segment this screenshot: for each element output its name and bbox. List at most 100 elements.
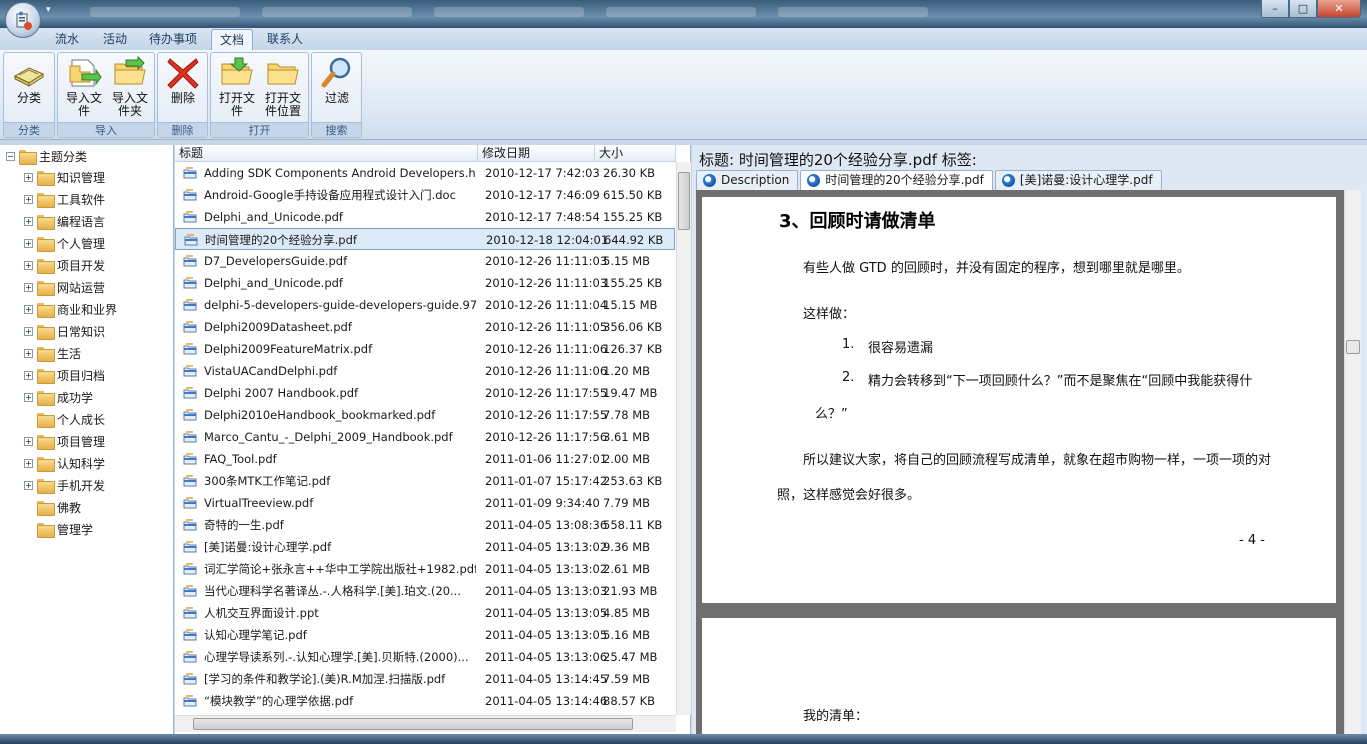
table-row[interactable]: FAQ_Tool.pdf 2011-01-06 11:27:01 2.00 MB — [175, 448, 675, 470]
table-row[interactable]: Delphi_and_Unicode.pdf 2010-12-17 7:48:54… — [175, 206, 675, 228]
preview-pane: 标题: 时间管理的20个经验分享.pdf 标签: Description 时间管… — [692, 145, 1367, 744]
open-file-button[interactable]: 打开文件 — [215, 56, 259, 122]
expand-icon[interactable]: + — [24, 392, 33, 402]
column-header-size[interactable]: 大小 — [595, 145, 676, 162]
table-row[interactable]: delphi-5-developers-guide-developers-gui… — [175, 294, 675, 316]
expand-icon[interactable]: + — [24, 238, 33, 248]
quick-access-dropdown[interactable]: ▾ — [46, 5, 74, 21]
import-folder-button[interactable]: 导入文件夹 — [108, 56, 152, 122]
row-title: 心理学导读系列.-.认知心理学.[美].贝斯特.(2000)... — [204, 650, 469, 664]
document-icon — [183, 519, 197, 531]
table-row[interactable]: 人机交互界面设计.ppt 2011-04-05 13:13:05 4.85 MB — [175, 602, 675, 624]
expand-icon[interactable]: + — [24, 326, 33, 336]
expand-icon[interactable]: + — [24, 194, 33, 204]
expand-icon[interactable]: + — [24, 304, 33, 314]
collapse-icon[interactable]: − — [6, 151, 15, 161]
expand-icon[interactable]: + — [24, 436, 33, 446]
expand-icon[interactable]: + — [24, 348, 33, 358]
preview-vertical-scrollbar[interactable] — [1344, 190, 1361, 744]
tab-activity[interactable]: 活动 — [93, 29, 137, 50]
tree-item[interactable]: + 手机开发 — [24, 475, 105, 495]
import-file-button[interactable]: 导入文件 — [62, 56, 106, 122]
row-title: 时间管理的20个经验分享.pdf — [205, 233, 357, 247]
document-list-vertical-scrollbar[interactable] — [676, 162, 691, 715]
expand-icon[interactable]: + — [24, 480, 33, 490]
preview-tab-design-psychology[interactable]: [美]诺曼:设计心理学.pdf — [994, 170, 1162, 190]
scrollbar-thumb[interactable] — [678, 172, 690, 230]
tree-item[interactable]: + 网站运营 — [24, 277, 105, 297]
table-row[interactable]: 心理学导读系列.-.认知心理学.[美].贝斯特.(2000)... 2011-04… — [175, 646, 675, 668]
scrollbar-thumb[interactable] — [193, 718, 633, 730]
table-row[interactable]: 时间管理的20个经验分享.pdf 2010-12-18 12:04:01 644.9… — [175, 228, 675, 250]
filter-button[interactable]: 过滤 — [315, 56, 359, 122]
close-button[interactable]: ✕ — [1317, 0, 1361, 18]
expand-icon[interactable]: + — [24, 458, 33, 468]
table-row[interactable]: “模块教学”的心理学依据.pdf 2011-04-05 13:14:46 88.57… — [175, 690, 675, 712]
tree-item[interactable]: + 项目归档 — [24, 365, 105, 385]
preview-tab-label: 时间管理的20个经验分享.pdf — [825, 173, 984, 187]
tab-todo[interactable]: 待办事项 — [141, 29, 205, 50]
column-header-date[interactable]: 修改日期 — [478, 145, 595, 162]
table-row[interactable]: Adding SDK Components Android Developers… — [175, 162, 675, 184]
maximize-button[interactable]: □ — [1289, 0, 1317, 18]
table-row[interactable]: Delphi2010eHandbook_bookmarked.pdf 2010-1… — [175, 404, 675, 426]
folder-icon — [37, 214, 55, 230]
table-row[interactable]: VistaUACandDelphi.pdf 2010-12-26 11:11:06… — [175, 360, 675, 382]
tree-item[interactable]: + 成功学 — [24, 387, 93, 407]
table-row[interactable]: Marco_Cantu_-_Delphi_2009_Handbook.pdf 20… — [175, 426, 675, 448]
expand-icon[interactable]: + — [24, 172, 33, 182]
tree-item[interactable]: + 项目开发 — [24, 255, 105, 275]
table-row[interactable]: 认知心理学笔记.pdf 2011-04-05 13:13:05 5.16 MB — [175, 624, 675, 646]
tree-item[interactable]: + 日常知识 — [24, 321, 105, 341]
tree-item[interactable]: 佛教 — [24, 497, 81, 517]
expand-icon[interactable]: + — [24, 216, 33, 226]
pdf-viewer[interactable]: 3、回顾时请做清单 有些人做 GTD 的回顾时，并没有固定的程序，想到哪里就是哪… — [696, 190, 1346, 744]
folder-icon — [37, 324, 55, 340]
table-row[interactable]: Delphi 2007 Handbook.pdf 2010-12-26 11:17… — [175, 382, 675, 404]
expand-icon[interactable]: + — [24, 282, 33, 292]
scrollbar-thumb[interactable] — [1346, 340, 1360, 354]
minimize-button[interactable]: – — [1261, 0, 1289, 18]
expand-icon[interactable]: + — [24, 370, 33, 380]
classify-button[interactable]: 分类 — [7, 56, 51, 122]
table-row[interactable]: 奇特的一生.pdf 2011-04-05 13:08:36 558.11 KB — [175, 514, 675, 536]
row-title: 词汇学简论+张永言++华中工学院出版社+1982.pdf — [204, 562, 476, 576]
tab-documents[interactable]: 文档 — [211, 29, 253, 50]
folder-icon — [37, 280, 55, 296]
table-row[interactable]: 当代心理科学名著译丛.-.人格科学.[美].珀文.(20... 2011-04-0… — [175, 580, 675, 602]
tree-item[interactable]: 个人成长 — [24, 409, 105, 429]
column-header-title[interactable]: 标题 — [175, 145, 478, 162]
tab-flow[interactable]: 流水 — [45, 29, 89, 50]
table-row[interactable]: 词汇学简论+张永言++华中工学院出版社+1982.pdf 2011-04-05 1… — [175, 558, 675, 580]
tree-item[interactable]: + 知识管理 — [24, 167, 105, 187]
table-row[interactable]: Delphi_and_Unicode.pdf 2010-12-26 11:11:0… — [175, 272, 675, 294]
tab-contacts[interactable]: 联系人 — [258, 29, 312, 50]
document-icon — [183, 607, 197, 619]
tree-item[interactable]: + 商业和业界 — [24, 299, 117, 319]
table-row[interactable]: Delphi2009Datasheet.pdf 2010-12-26 11:11:… — [175, 316, 675, 338]
tree-item[interactable]: + 工具软件 — [24, 189, 105, 209]
preview-tab-description[interactable]: Description — [696, 170, 799, 190]
tree-root[interactable]: − 主题分类 — [6, 146, 87, 166]
tree-item[interactable]: + 编程语言 — [24, 211, 105, 231]
preview-tab-active-document[interactable]: 时间管理的20个经验分享.pdf — [800, 170, 993, 190]
table-row[interactable]: [学习的条件和教学论].(美)R.M加涅.扫描版.pdf 2011-04-05 1… — [175, 668, 675, 690]
row-title: delphi-5-developers-guide-developers-gui… — [204, 298, 476, 312]
tree-item-label: 项目开发 — [57, 258, 106, 273]
tree-item[interactable]: + 生活 — [24, 343, 81, 363]
tree-item[interactable]: + 项目管理 — [24, 431, 105, 451]
application-menu-button[interactable] — [5, 2, 41, 38]
delete-button[interactable]: 删除 — [161, 56, 205, 122]
tree-item[interactable]: 管理学 — [24, 519, 93, 539]
table-row[interactable]: Android-Google手持设备应用程式设计入门.doc 2010-12-17… — [175, 184, 675, 206]
table-row[interactable]: D7_DevelopersGuide.pdf 2010-12-26 11:11:0… — [175, 250, 675, 272]
table-row[interactable]: VirtualTreeview.pdf 2011-01-09 9:34:40 7.7… — [175, 492, 675, 514]
tree-item[interactable]: + 认知科学 — [24, 453, 105, 473]
expand-icon[interactable]: + — [24, 260, 33, 270]
document-list-horizontal-scrollbar[interactable] — [175, 715, 676, 732]
open-file-location-button[interactable]: 打开文件位置 — [261, 56, 305, 122]
table-row[interactable]: [美]诺曼:设计心理学.pdf 2011-04-05 13:13:02 9.36 M… — [175, 536, 675, 558]
table-row[interactable]: Delphi2009FeatureMatrix.pdf 2010-12-26 11… — [175, 338, 675, 360]
tree-item[interactable]: + 个人管理 — [24, 233, 105, 253]
table-row[interactable]: 300条MTK工作笔记.pdf 2011-01-07 15:17:42 253.63… — [175, 470, 675, 492]
